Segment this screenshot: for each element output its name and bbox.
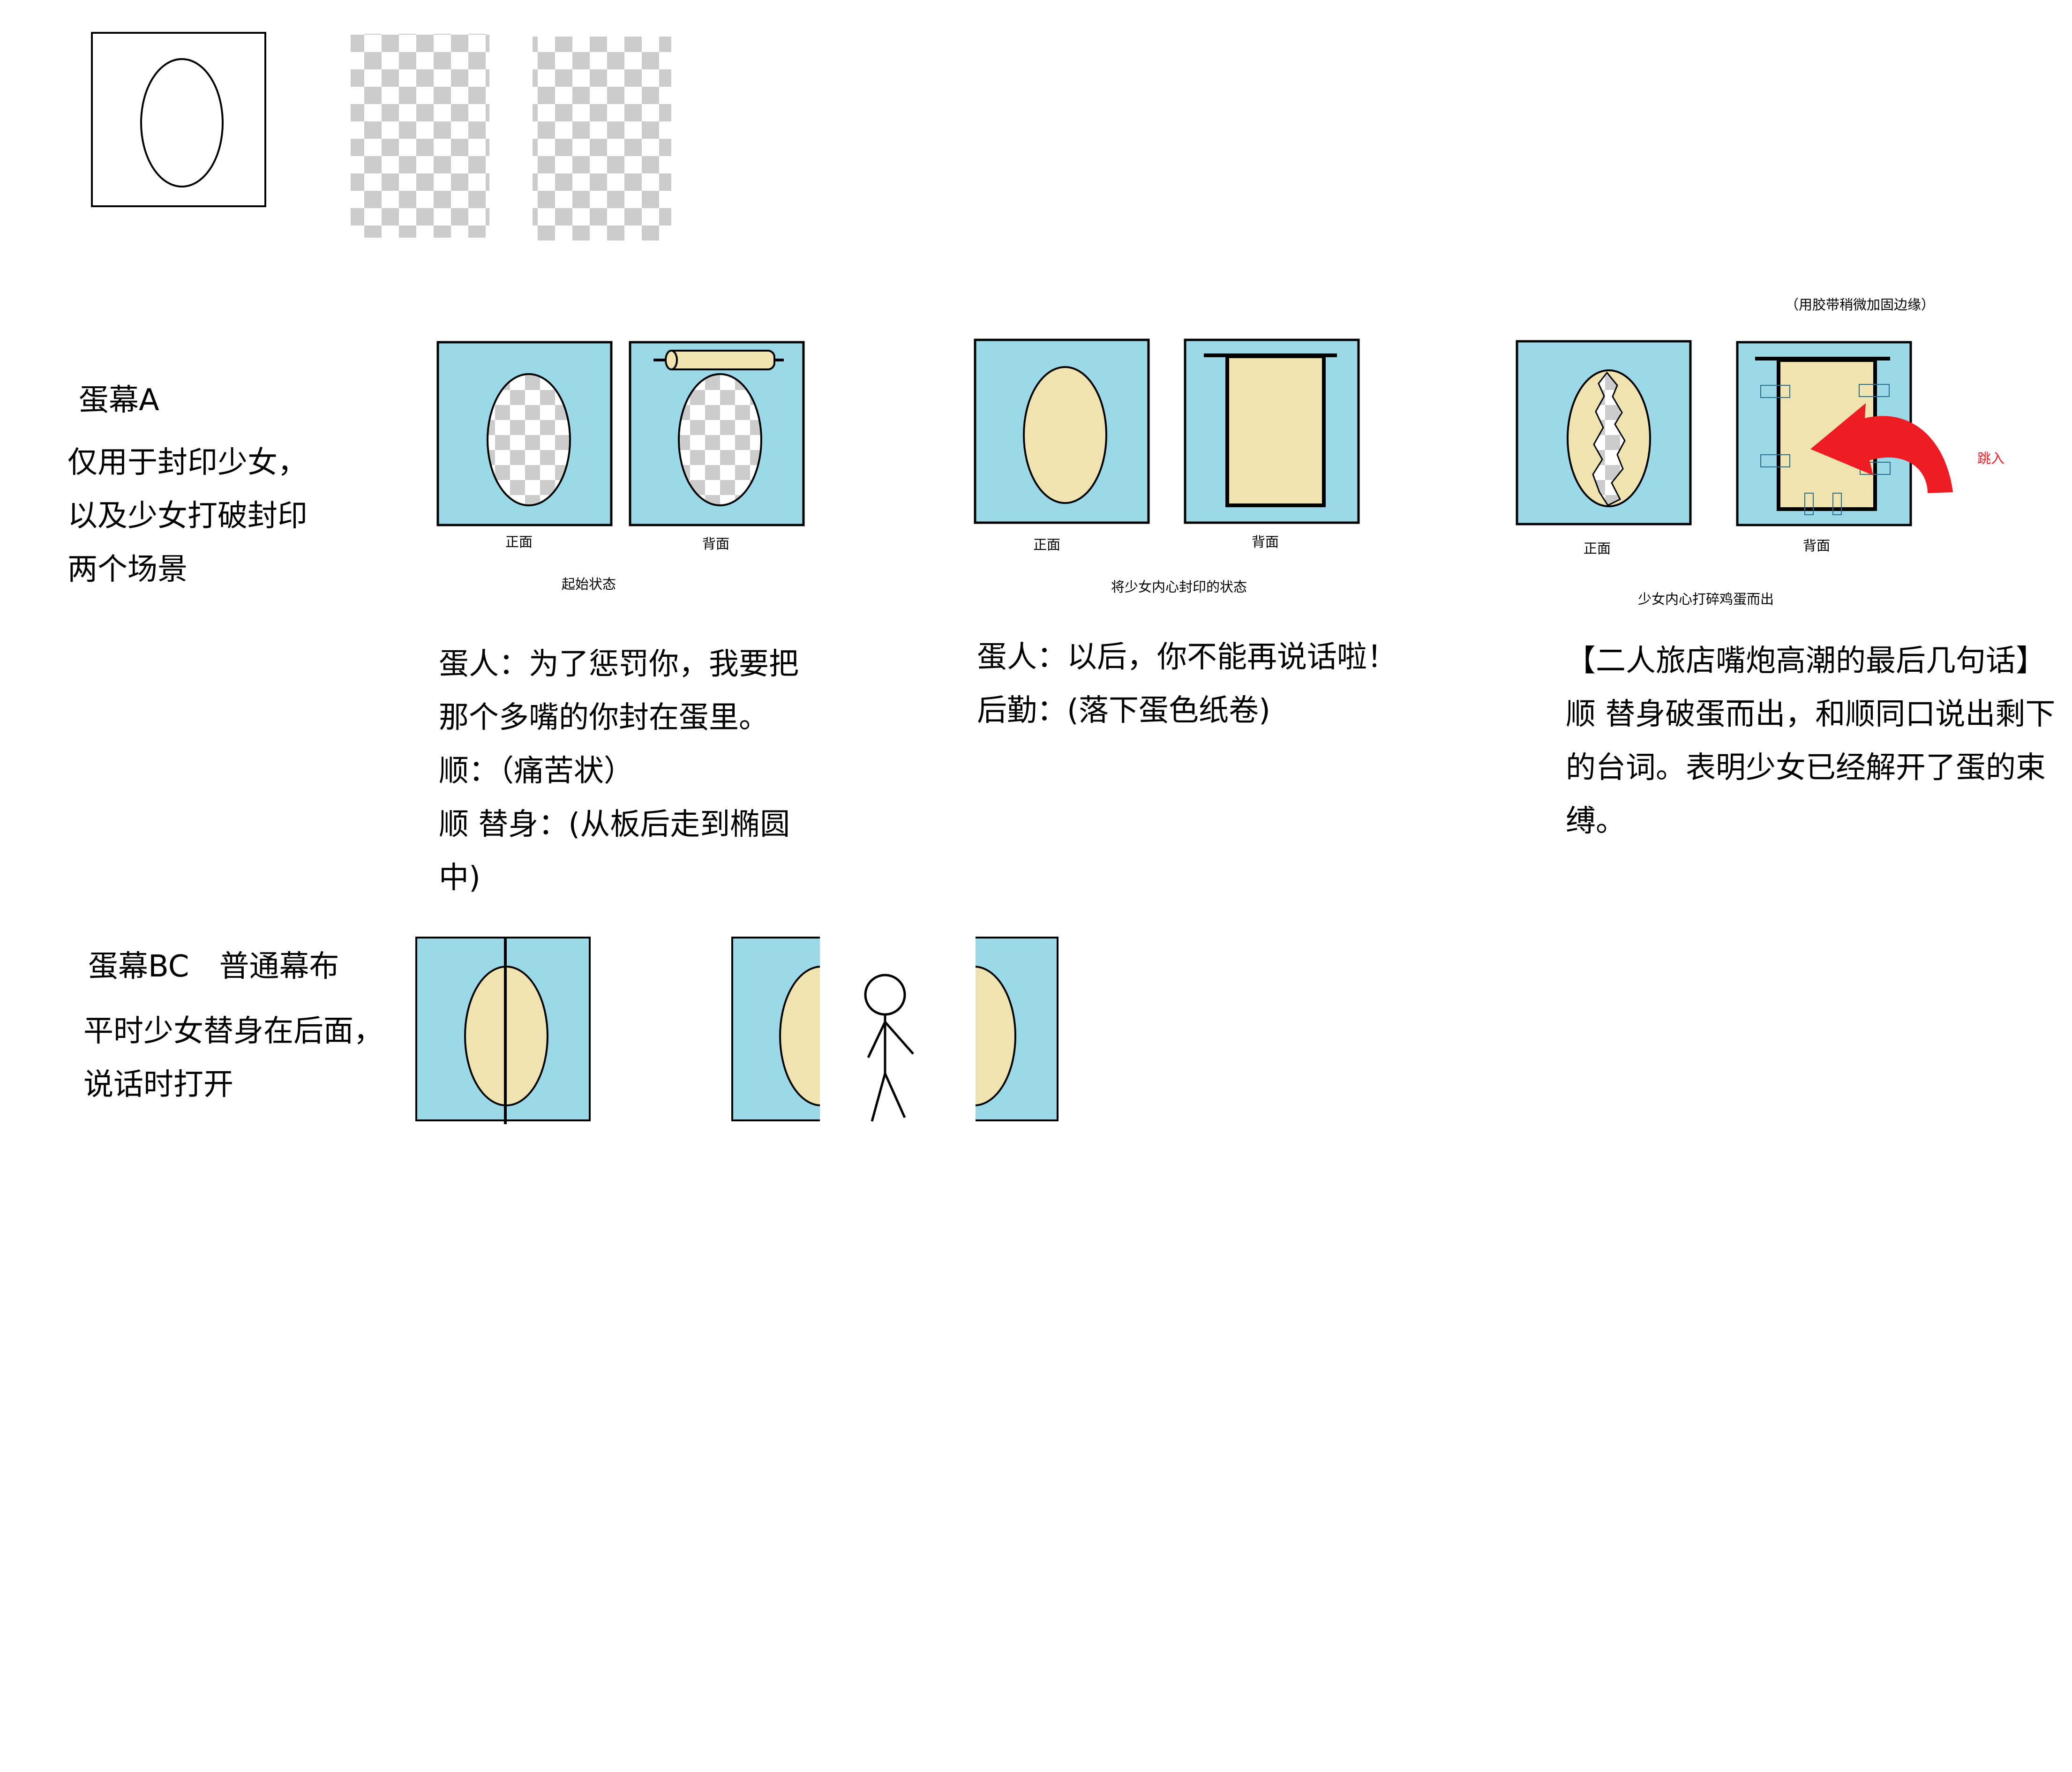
dialogue-line: 顺 替身破蛋而出，和顺同口说出剩下 bbox=[1566, 697, 2056, 732]
stage2-back-panel bbox=[1184, 338, 1360, 524]
curtain-bc-open bbox=[731, 937, 1059, 1122]
section-a-title: 蛋幕A bbox=[79, 383, 159, 418]
stage1-front-panel bbox=[436, 341, 613, 526]
dialogue-line: 那个多嘴的你封在蛋里。 bbox=[439, 700, 769, 735]
description-line: 两个场景 bbox=[68, 552, 188, 587]
jump-in-label: 跳入 bbox=[1977, 451, 2005, 466]
description-line: 仅用于封印少女， bbox=[68, 445, 308, 480]
dialogue-line: 中) bbox=[439, 861, 480, 895]
stage1-back-panel bbox=[629, 341, 805, 526]
paper-roll-icon bbox=[653, 350, 784, 370]
dialogue-line: 后勤：(落下蛋色纸卷) bbox=[977, 693, 1270, 728]
stage3-caption: 少女内心打碎鸡蛋而出 bbox=[1638, 591, 1774, 607]
stage2-front-label: 正面 bbox=[1033, 537, 1061, 553]
transparent-swatch-2 bbox=[533, 37, 671, 240]
stage3-back-label: 背面 bbox=[1803, 538, 1831, 554]
stage3-tape-note: （用胶带稍微加固边缘） bbox=[1785, 297, 1935, 313]
description-line: 以及少女打破封印 bbox=[68, 499, 308, 533]
stick-figure-icon bbox=[864, 974, 914, 1122]
description-line: 说话时打开 bbox=[83, 1067, 233, 1102]
dialogue-line: 顺 替身：(从板后走到椭圆 bbox=[439, 807, 790, 842]
stage2-back-label: 背面 bbox=[1252, 534, 1279, 550]
stage2-dialogue: 蛋人：以后，你不能再说话啦！ 后勤：(落下蛋色纸卷) bbox=[977, 642, 1397, 749]
stage3-back-panel bbox=[1736, 341, 1953, 526]
transparent-swatch-1 bbox=[351, 34, 489, 238]
stage1-caption: 起始状态 bbox=[562, 576, 616, 592]
blank-egg-frame bbox=[91, 32, 266, 207]
stage3-front-label: 正面 bbox=[1584, 541, 1611, 556]
stage2-front-panel bbox=[974, 338, 1150, 524]
stage1-back-label: 背面 bbox=[702, 536, 730, 552]
description-line: 平时少女替身在后面， bbox=[83, 1014, 383, 1049]
dialogue-line: 缚。 bbox=[1566, 804, 1626, 839]
stage1-front-label: 正面 bbox=[505, 534, 533, 550]
dialogue-line: 【二人旅店嘴炮高潮的最后几句话】 bbox=[1566, 644, 2046, 678]
section-bc-description: 平时少女替身在后面， 说话时打开 bbox=[83, 1016, 383, 1123]
stage3-front-panel bbox=[1516, 340, 1692, 526]
stage-diagram-canvas bbox=[91, 32, 1953, 1124]
dialogue-line: 蛋人：为了惩罚你，我要把 bbox=[439, 647, 799, 682]
dialogue-line: 顺：（痛苦状） bbox=[439, 754, 634, 788]
stage2-caption: 将少女内心封印的状态 bbox=[1111, 579, 1247, 595]
curtain-bc-closed bbox=[415, 937, 591, 1124]
stage3-dialogue: 【二人旅店嘴炮高潮的最后几句话】 顺 替身破蛋而出，和顺同口说出剩下 的台词。表… bbox=[1566, 646, 2055, 860]
dialogue-line: 的台词。表明少女已经解开了蛋的束 bbox=[1566, 751, 2046, 785]
section-bc-title: 蛋幕BC 普通幕布 bbox=[88, 949, 339, 984]
stage1-dialogue: 蛋人：为了惩罚你，我要把 那个多嘴的你封在蛋里。 顺：（痛苦状） 顺 替身：(从… bbox=[439, 649, 799, 916]
section-a-description: 仅用于封印少女， 以及少女打破封印 两个场景 bbox=[68, 448, 308, 608]
dialogue-line: 蛋人：以后，你不能再说话啦！ bbox=[977, 640, 1397, 675]
